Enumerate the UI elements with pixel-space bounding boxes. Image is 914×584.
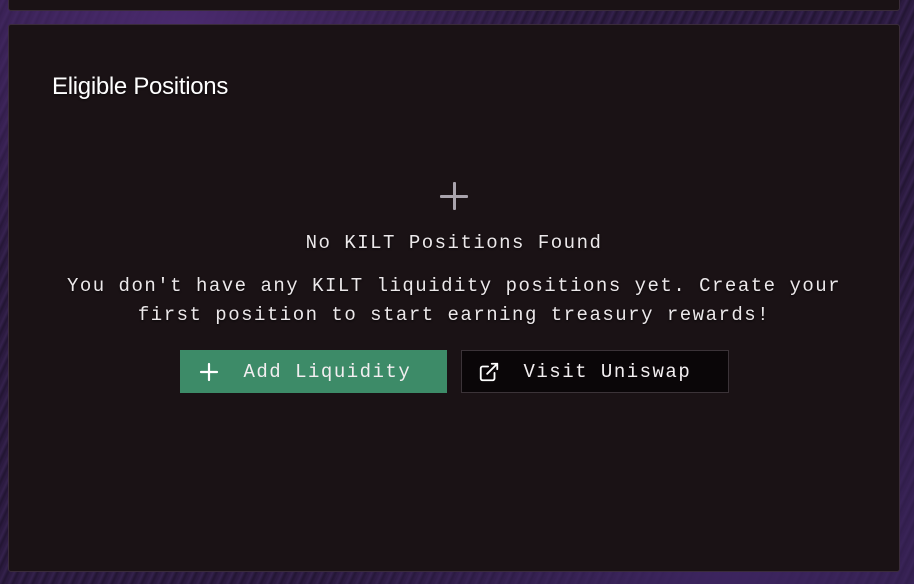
external-link-icon bbox=[478, 361, 500, 383]
empty-state-description: You don't have any KILT liquidity positi… bbox=[66, 275, 842, 326]
plus-icon bbox=[198, 361, 220, 383]
add-liquidity-label: Add Liquidity bbox=[243, 360, 412, 383]
section-title: Eligible Positions bbox=[52, 73, 229, 100]
plus-icon bbox=[438, 180, 470, 212]
empty-state-actions: Add Liquidity Visit Uniswap bbox=[179, 350, 729, 393]
previous-card bbox=[8, 0, 900, 11]
empty-state: No KILT Positions Found You don't have a… bbox=[9, 180, 899, 393]
eligible-positions-card: Eligible Positions No KILT Positions Fou… bbox=[8, 24, 900, 572]
empty-state-heading: No KILT Positions Found bbox=[305, 232, 603, 254]
visit-uniswap-button[interactable]: Visit Uniswap bbox=[460, 350, 729, 393]
add-liquidity-button[interactable]: Add Liquidity bbox=[179, 350, 447, 393]
visit-uniswap-label: Visit Uniswap bbox=[523, 360, 692, 383]
